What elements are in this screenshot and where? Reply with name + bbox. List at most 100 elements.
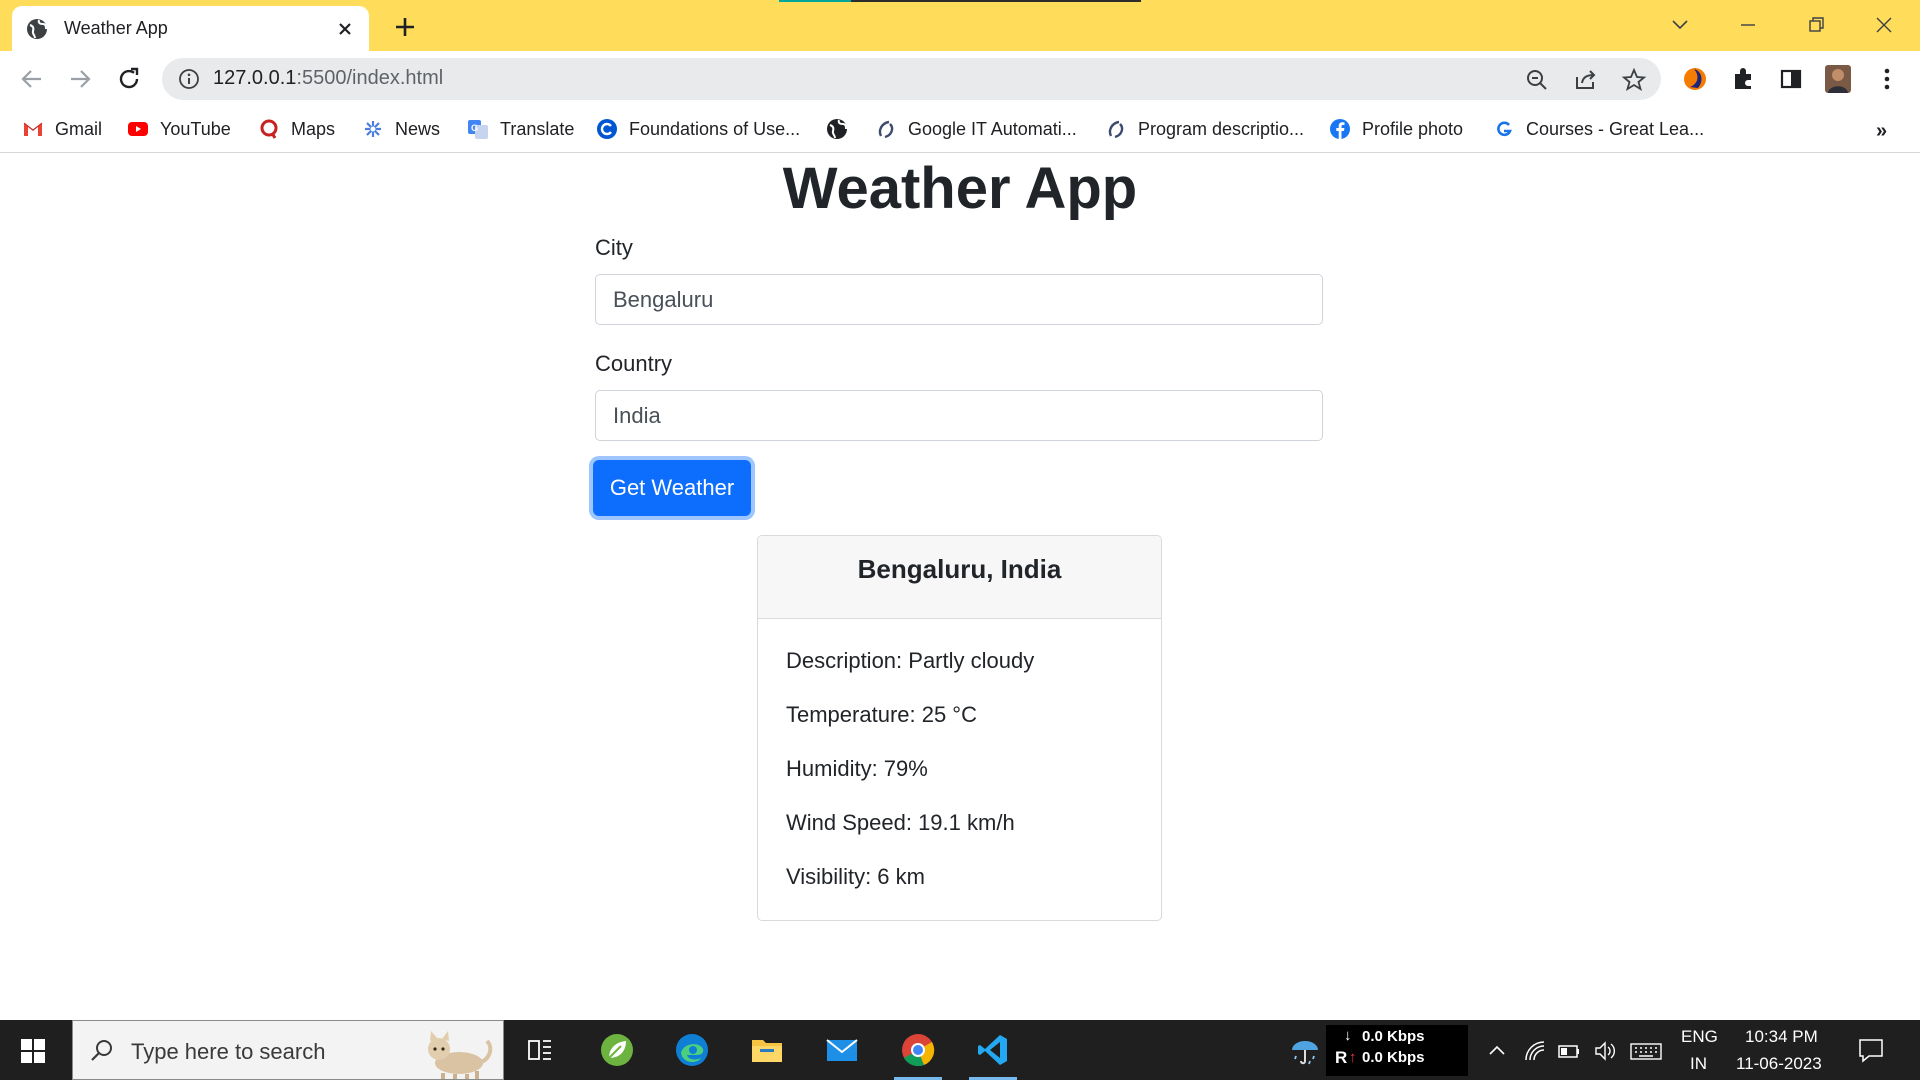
search-highlight-cat-icon	[409, 1025, 501, 1079]
net-up-prefix: R	[1335, 1048, 1348, 1067]
show-hidden-icons-chevron-icon[interactable]	[1486, 1040, 1508, 1062]
bookmark-label: News	[395, 118, 441, 139]
address-bar[interactable]: 127.0.0.1:5500/index.html	[162, 58, 1661, 100]
bookmark-great-learning[interactable]: Courses - Great Lea...	[1493, 115, 1704, 143]
taskbar-task-view[interactable]	[510, 1020, 570, 1080]
close-tab-icon[interactable]	[335, 19, 355, 39]
globe-icon	[26, 18, 48, 40]
country-input[interactable]	[595, 390, 1323, 441]
forward-arrow-icon[interactable]	[66, 65, 94, 93]
mail-icon	[826, 1039, 858, 1061]
vscode-icon	[978, 1035, 1007, 1065]
bookmark-swirl-icon	[875, 118, 897, 140]
language-code[interactable]: ENG	[1681, 1027, 1718, 1047]
taskbar-spring-app[interactable]	[587, 1020, 647, 1080]
menu-kebab-icon[interactable]	[1872, 64, 1902, 94]
bookmark-star-icon[interactable]	[1621, 67, 1647, 93]
wifi-icon[interactable]	[1524, 1040, 1546, 1062]
windows-start-icon[interactable]	[20, 1038, 46, 1064]
globe-icon	[826, 118, 848, 140]
bookmark-profile-photo[interactable]: Profile photo	[1329, 115, 1463, 143]
bookmark-program-description[interactable]: Program descriptio...	[1105, 115, 1304, 143]
search-icon	[89, 1038, 115, 1064]
clock-time[interactable]: 10:34 PM	[1745, 1027, 1818, 1047]
gmail-icon	[22, 118, 44, 140]
bookmark-label: Google IT Automati...	[908, 118, 1077, 139]
side-panel-icon[interactable]	[1776, 64, 1806, 94]
city-input[interactable]	[595, 274, 1323, 325]
share-icon[interactable]	[1573, 67, 1599, 93]
weather-rain-icon[interactable]	[1288, 1034, 1322, 1068]
browser-titlebar: Weather App	[0, 0, 1920, 51]
weather-temperature: Temperature: 25 °C	[786, 702, 977, 727]
back-arrow-icon[interactable]	[18, 65, 46, 93]
battery-icon[interactable]	[1558, 1040, 1580, 1062]
news-icon	[362, 118, 384, 140]
city-label: City	[595, 235, 633, 260]
bookmark-label: Foundations of Use...	[629, 118, 801, 139]
zoom-out-icon[interactable]	[1524, 67, 1550, 93]
extensions-puzzle-icon[interactable]	[1729, 64, 1759, 94]
language-region[interactable]: IN	[1690, 1054, 1707, 1074]
url-host: 127.0.0.1	[213, 67, 297, 89]
weather-location: Bengaluru, India	[758, 536, 1161, 619]
new-tab-plus-icon[interactable]	[392, 14, 418, 40]
extension-swirl-icon[interactable]	[1680, 64, 1710, 94]
tab-weather-app[interactable]: Weather App	[12, 6, 369, 51]
weather-description: Description: Partly cloudy	[786, 648, 1035, 673]
bookmark-google-it[interactable]: Google IT Automati...	[875, 115, 1077, 143]
browser-toolbar: 127.0.0.1:5500/index.html	[0, 51, 1920, 106]
restore-icon[interactable]	[1801, 10, 1831, 40]
weather-visibility: Visibility: 6 km	[786, 864, 925, 889]
tab-title: Weather App	[64, 18, 168, 38]
loading-indicator-accent	[779, 0, 851, 2]
bookmark-globe[interactable]	[826, 115, 859, 143]
volume-icon[interactable]	[1594, 1040, 1616, 1062]
bookmark-label: Profile photo	[1362, 118, 1464, 139]
maps-icon	[258, 118, 280, 140]
chrome-icon	[902, 1034, 935, 1067]
url-text: 127.0.0.1:5500/index.html	[213, 67, 443, 90]
reload-icon[interactable]	[115, 65, 143, 93]
youtube-icon	[127, 118, 149, 140]
bookmark-foundations[interactable]: Foundations of Use...	[596, 115, 800, 143]
bookmark-label: Program descriptio...	[1138, 118, 1305, 139]
upload-arrow-icon: ↑	[1349, 1049, 1357, 1066]
page-title: Weather App	[782, 156, 1138, 221]
get-weather-button[interactable]: Get Weather	[593, 460, 751, 516]
bookmarks-bar: Gmail YouTube Maps News G Translate Foun…	[0, 106, 1920, 153]
keyboard-icon[interactable]	[1630, 1040, 1662, 1062]
minimize-icon[interactable]	[1733, 10, 1763, 40]
bookmark-swirl-icon	[1105, 118, 1127, 140]
bookmark-youtube[interactable]: YouTube	[127, 115, 231, 143]
info-icon[interactable]	[178, 68, 200, 90]
network-speed-widget: ↓ 0.0 Kbps R ↑ 0.0 Kbps	[1326, 1025, 1468, 1076]
net-upload: 0.0 Kbps	[1362, 1049, 1425, 1066]
taskbar-search-box[interactable]: Type here to search	[72, 1020, 504, 1080]
translate-icon: G	[467, 118, 489, 140]
url-path: :5500/index.html	[296, 67, 444, 89]
download-arrow-icon: ↓	[1344, 1027, 1352, 1044]
tab-search-chevron-icon[interactable]	[1665, 10, 1695, 40]
windows-taskbar: Type here to search ↓ 0.0 Kbps R ↑ 0.0 K…	[0, 1020, 1920, 1080]
bookmark-label: YouTube	[160, 118, 231, 139]
bookmark-maps[interactable]: Maps	[258, 115, 335, 143]
svg-text:G: G	[471, 123, 478, 133]
task-view-icon	[528, 1040, 551, 1060]
weather-wind-speed: Wind Speed: 19.1 km/h	[786, 810, 1015, 835]
more-bookmarks-chevron[interactable]: »	[1876, 120, 1887, 143]
taskbar-mail[interactable]	[812, 1020, 872, 1080]
bookmark-translate[interactable]: G Translate	[467, 115, 574, 143]
taskbar-vscode[interactable]	[963, 1020, 1023, 1080]
close-window-icon[interactable]	[1869, 10, 1899, 40]
bookmark-label: Gmail	[55, 118, 103, 139]
clock-date[interactable]: 11-06-2023	[1736, 1054, 1822, 1074]
taskbar-chrome[interactable]	[888, 1020, 948, 1080]
taskbar-edge[interactable]	[662, 1020, 722, 1080]
notifications-icon[interactable]	[1857, 1036, 1885, 1064]
bookmark-gmail[interactable]: Gmail	[22, 115, 102, 143]
avatar[interactable]	[1823, 64, 1853, 94]
spring-leaf-icon	[601, 1034, 633, 1066]
bookmark-news[interactable]: News	[362, 115, 440, 143]
taskbar-file-explorer[interactable]	[737, 1020, 797, 1080]
